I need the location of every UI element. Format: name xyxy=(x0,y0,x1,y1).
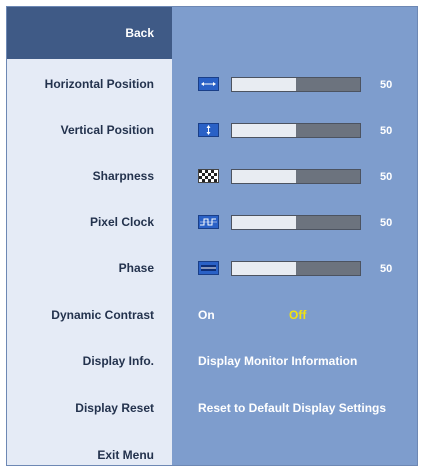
osd-menu: Back Horizontal Position Vertical Positi… xyxy=(6,6,418,466)
vertical-position-icon xyxy=(198,123,219,137)
phase-slider[interactable] xyxy=(231,261,361,276)
dynamic-contrast-label[interactable]: Dynamic Contrast xyxy=(7,308,172,322)
phase-icon xyxy=(198,261,219,275)
sharpness-icon xyxy=(198,169,219,183)
vertical-position-slider-fill xyxy=(232,124,296,137)
dynamic-contrast-off-option[interactable]: Off xyxy=(289,308,306,322)
pixel-clock-label[interactable]: Pixel Clock xyxy=(7,215,172,229)
reset-display-settings[interactable]: Reset to Default Display Settings xyxy=(198,401,386,415)
horizontal-position-slider[interactable] xyxy=(231,77,361,92)
phase-label[interactable]: Phase xyxy=(7,261,172,275)
vertical-position-label[interactable]: Vertical Position xyxy=(7,123,172,137)
vertical-position-value: 50 xyxy=(380,125,393,137)
pixel-clock-value: 50 xyxy=(380,217,393,229)
sharpness-slider[interactable] xyxy=(231,169,361,184)
display-monitor-information[interactable]: Display Monitor Information xyxy=(198,354,357,368)
menu-left-panel xyxy=(7,7,172,465)
exit-menu-label[interactable]: Exit Menu xyxy=(7,448,172,462)
sharpness-slider-fill xyxy=(232,170,296,183)
sharpness-value: 50 xyxy=(380,171,393,183)
horizontal-position-value: 50 xyxy=(380,79,393,91)
pixel-clock-slider[interactable] xyxy=(231,215,361,230)
back-label: Back xyxy=(125,26,154,40)
horizontal-position-label[interactable]: Horizontal Position xyxy=(7,77,172,91)
back-button[interactable]: Back xyxy=(7,7,172,59)
display-reset-label[interactable]: Display Reset xyxy=(7,401,172,415)
phase-value: 50 xyxy=(380,263,393,275)
display-info-label[interactable]: Display Info. xyxy=(7,354,172,368)
horizontal-position-icon xyxy=(198,77,219,91)
pixel-clock-slider-fill xyxy=(232,216,296,229)
pixel-clock-icon xyxy=(198,215,219,229)
horizontal-position-slider-fill xyxy=(232,78,296,91)
dynamic-contrast-on-option[interactable]: On xyxy=(198,308,215,322)
sharpness-label[interactable]: Sharpness xyxy=(7,169,172,183)
phase-slider-fill xyxy=(232,262,296,275)
vertical-position-slider[interactable] xyxy=(231,123,361,138)
